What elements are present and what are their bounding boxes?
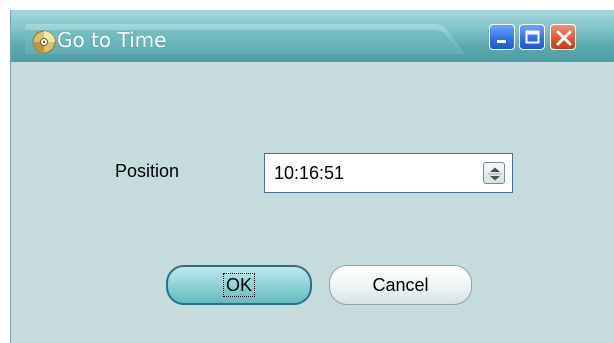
maximize-button[interactable] (519, 24, 545, 50)
ok-button-label: OK (222, 273, 255, 297)
position-time-value[interactable]: 10:16:51 (274, 163, 344, 184)
position-label: Position (115, 161, 180, 181)
go-to-time-dialog: Go to Time Position 10:16:51 OK Cancel (10, 10, 614, 343)
ok-button[interactable]: OK (166, 265, 312, 305)
position-time-input[interactable]: 10:16:51 (264, 153, 513, 193)
minimize-button[interactable] (489, 24, 515, 50)
disc-icon[interactable] (31, 29, 57, 55)
close-button[interactable] (550, 24, 576, 50)
title-bar[interactable]: Go to Time (11, 10, 614, 62)
window-title: Go to Time (57, 28, 167, 52)
cancel-button[interactable]: Cancel (329, 265, 472, 305)
spinner-updown-icon[interactable] (483, 162, 505, 184)
cancel-button-label: Cancel (372, 274, 429, 295)
